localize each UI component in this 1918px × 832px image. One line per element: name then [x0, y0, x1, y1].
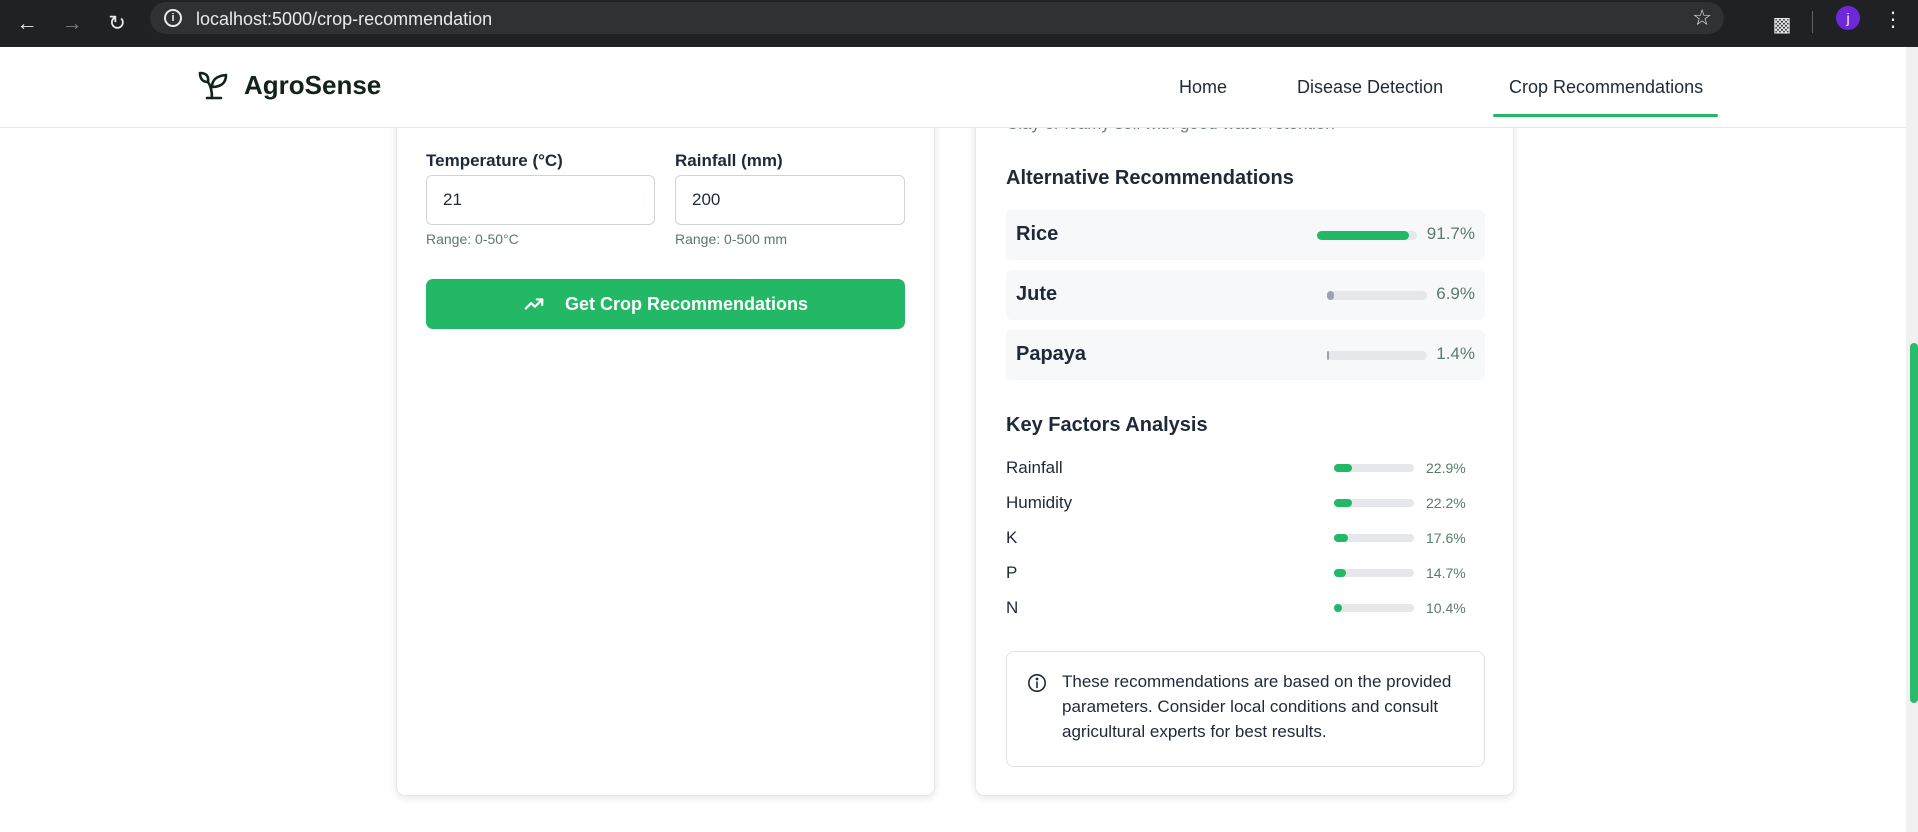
alternative-row-rice: Rice 91.7% — [1006, 210, 1485, 260]
arrow-left-icon[interactable]: ← — [9, 5, 45, 41]
info-icon[interactable]: i — [164, 9, 182, 27]
alternative-percent: 91.7% — [1426, 224, 1475, 243]
sprout-icon — [198, 71, 228, 100]
factor-bar-fill — [1334, 604, 1343, 612]
alternative-percent: 6.9% — [1436, 284, 1475, 303]
factor-bar-fill — [1334, 569, 1346, 577]
toolbar-divider — [1812, 11, 1813, 33]
rainfall-hint: Range: 0-500 mm — [675, 231, 788, 247]
address-bar[interactable]: i localhost:5000/crop-recommendation ☆ — [150, 2, 1724, 34]
trending-up-icon — [524, 298, 544, 310]
alternatives-title: Alternative Recommendations — [1006, 167, 1294, 189]
factor-bar-k — [1334, 534, 1414, 542]
alternative-bar — [1327, 291, 1427, 300]
puzzle-icon[interactable]: ▩ — [1764, 6, 1800, 42]
disclaimer-box: These recommendations are based on the p… — [1006, 651, 1485, 767]
alternative-bar-fill — [1327, 351, 1329, 360]
factor-bar-rainfall — [1334, 464, 1414, 472]
factor-name-k: K — [1006, 528, 1018, 547]
factor-bar-fill — [1334, 534, 1349, 542]
brand-name: AgroSense — [244, 69, 382, 100]
reload-icon[interactable]: ↻ — [99, 5, 135, 41]
alternative-row-jute: Jute 6.9% — [1006, 270, 1485, 320]
input-form-card: Temperature (°C) Range: 0-50°C Rainfall … — [396, 60, 935, 796]
factor-bar-humidity — [1334, 499, 1414, 507]
factor-name-rainfall: Rainfall — [1006, 458, 1063, 477]
rainfall-input[interactable] — [675, 175, 905, 225]
factor-percent-k: 17.6% — [1426, 530, 1466, 546]
alternative-bar — [1317, 231, 1417, 240]
avatar[interactable]: j — [1836, 6, 1860, 30]
temperature-hint: Range: 0-50°C — [426, 231, 519, 247]
factor-percent-n: 10.4% — [1426, 600, 1466, 616]
factor-percent-rainfall: 22.9% — [1426, 460, 1466, 476]
get-recommendations-label: Get Crop Recommendations — [564, 293, 809, 314]
factor-bar-n — [1334, 604, 1414, 612]
temperature-input[interactable] — [426, 175, 655, 225]
results-card: Clay or loamy soil with good water reten… — [975, 60, 1514, 796]
disclaimer-text: These recommendations are based on the p… — [1062, 672, 1452, 741]
factor-bar-fill — [1334, 499, 1352, 507]
alternative-name: Jute — [1016, 283, 1058, 305]
factor-name-n: N — [1006, 598, 1019, 617]
nav-home[interactable]: Home — [1179, 77, 1227, 98]
nav-disease-detection[interactable]: Disease Detection — [1297, 77, 1443, 98]
factor-percent-humidity: 22.2% — [1426, 495, 1466, 511]
site-header: AgroSense Home Disease Detection Crop Re… — [0, 47, 1906, 128]
more-vertical-icon[interactable]: ⋮ — [1880, 2, 1906, 38]
scrollbar-thumb[interactable] — [1910, 343, 1918, 703]
temperature-label: Temperature (°C) — [426, 151, 563, 170]
factor-name-p: P — [1006, 563, 1018, 582]
alternative-name: Papaya — [1016, 343, 1087, 365]
alternative-bar-fill — [1327, 291, 1334, 300]
star-icon[interactable]: ☆ — [1692, 5, 1712, 31]
arrow-right-icon[interactable]: → — [54, 5, 90, 41]
factors-title: Key Factors Analysis — [1006, 414, 1208, 436]
factor-percent-p: 14.7% — [1426, 565, 1466, 581]
factor-name-humidity: Humidity — [1006, 493, 1073, 512]
browser-toolbar: ← → ↻ i localhost:5000/crop-recommendati… — [0, 0, 1918, 47]
alternative-bar — [1327, 351, 1427, 360]
info-icon — [1028, 674, 1046, 692]
url-text[interactable]: localhost:5000/crop-recommendation — [196, 9, 492, 30]
alternative-name: Rice — [1016, 223, 1059, 245]
factor-bar-p — [1334, 569, 1414, 577]
rainfall-label: Rainfall (mm) — [675, 151, 783, 170]
brand-logo[interactable]: AgroSense — [198, 69, 381, 101]
alternative-bar-fill — [1317, 231, 1409, 240]
nav-crop-recommendations[interactable]: Crop Recommendations — [1492, 77, 1719, 117]
alternative-row-papaya: Papaya 1.4% — [1006, 330, 1485, 380]
get-recommendations-button[interactable]: Get Crop Recommendations — [426, 279, 905, 329]
factor-bar-fill — [1334, 464, 1353, 472]
alternative-percent: 1.4% — [1436, 344, 1475, 363]
